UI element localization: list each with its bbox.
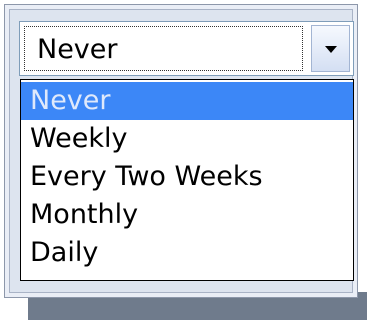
frequency-select-field[interactable]: Never [24, 26, 303, 71]
option-every-two-weeks[interactable]: Every Two Weeks [21, 158, 353, 196]
dropdown-toggle-button[interactable] [311, 25, 350, 72]
option-monthly[interactable]: Monthly [21, 196, 353, 234]
selected-value: Never [37, 34, 118, 65]
chevron-down-icon [325, 46, 337, 53]
option-never[interactable]: Never [21, 82, 353, 120]
dropdown-panel: Never Never Weekly Every Two Weeks Month… [4, 4, 358, 298]
frequency-select[interactable]: Never [19, 21, 354, 76]
option-daily[interactable]: Daily [21, 234, 353, 272]
option-weekly[interactable]: Weekly [21, 120, 353, 158]
dropdown-options-list: Never Weekly Every Two Weeks Monthly Dai… [20, 79, 354, 281]
